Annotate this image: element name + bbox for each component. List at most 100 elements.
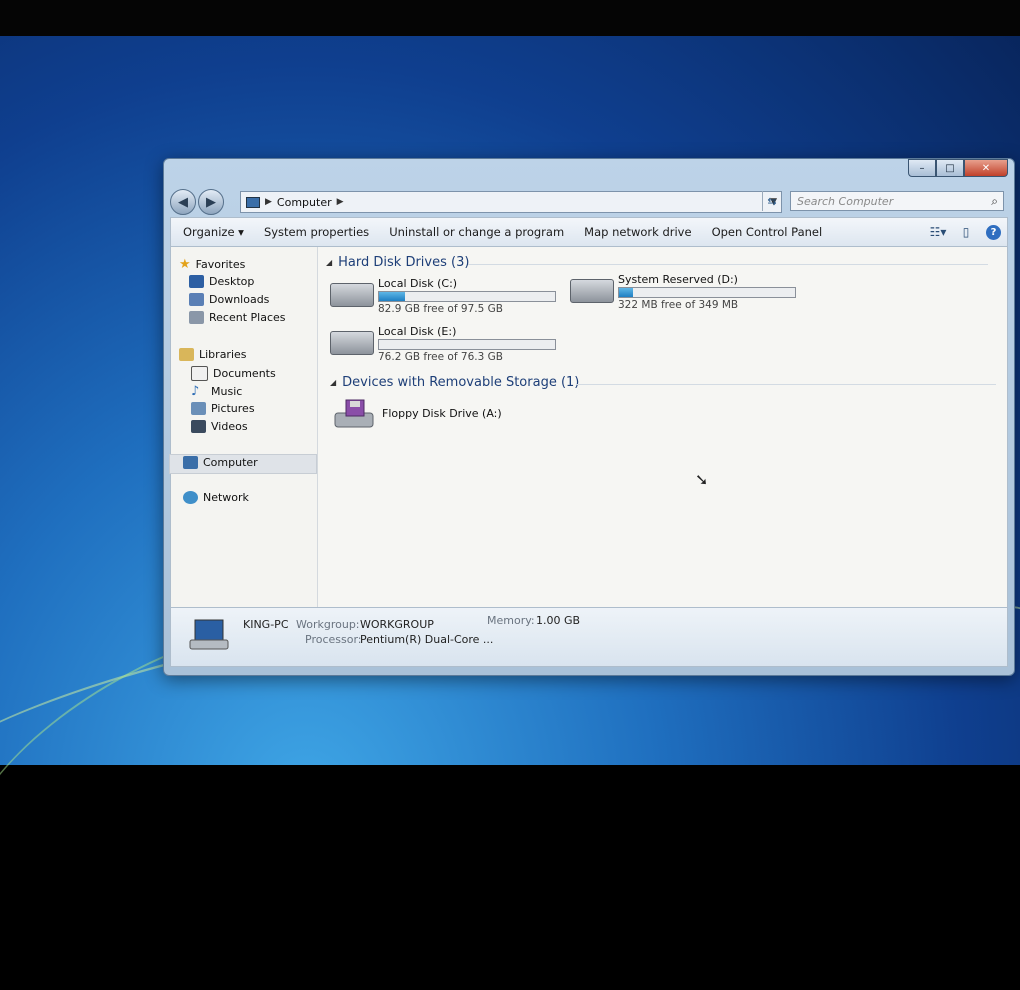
drive-free-space: 322 MB free of 349 MB [618, 299, 739, 311]
nav-documents[interactable]: Documents [191, 366, 276, 381]
map-network-drive-button[interactable]: Map network drive [584, 225, 691, 239]
star-icon: ★ [179, 257, 191, 272]
breadcrumb-separator-icon: ▶ [265, 197, 272, 207]
system-properties-button[interactable]: System properties [264, 225, 369, 239]
documents-icon [191, 366, 208, 381]
videos-icon [191, 420, 206, 433]
nav-music-label: Music [211, 385, 243, 398]
help-icon[interactable]: ? [986, 224, 1001, 240]
nav-music[interactable]: ♪ Music [191, 384, 242, 399]
pc-name: KING-PC [243, 618, 289, 631]
nav-libraries-label: Libraries [199, 348, 247, 361]
drive-c[interactable]: Local Disk (C:) 82.9 GB free of 97.5 GB [330, 277, 570, 317]
group-hdd-label: Hard Disk Drives (3) [338, 255, 470, 270]
drive-usage-bar [378, 291, 556, 302]
nav-computer[interactable]: Computer [183, 456, 258, 469]
nav-desktop-label: Desktop [209, 275, 255, 288]
refresh-button[interactable]: ⇆ [762, 191, 781, 211]
forward-button[interactable]: ▶ [198, 189, 224, 215]
explorer-window: – □ ✕ ◀ ▶ ▶ Computer ▶ ▼ ⇆ Search Comput… [163, 158, 1015, 676]
group-removable-storage[interactable]: ◢ Devices with Removable Storage (1) [330, 375, 579, 390]
nav-videos[interactable]: Videos [191, 420, 248, 433]
libraries-icon [179, 348, 194, 361]
computer-icon [246, 196, 260, 208]
content-area: ★ Favorites Desktop Downloads Recent Pla… [169, 246, 1008, 608]
nav-network-label: Network [203, 491, 249, 504]
workgroup-label: Workgroup: [296, 618, 360, 631]
toolbar-right-group: ☷▾ ▯ ? [930, 224, 1001, 240]
mouse-cursor-icon: ➘ [695, 470, 709, 489]
preview-pane-icon[interactable]: ▯ [958, 225, 974, 239]
maximize-button[interactable]: □ [936, 159, 964, 177]
nav-network[interactable]: Network [183, 491, 249, 504]
nav-recent-label: Recent Places [209, 311, 286, 324]
drive-free-space: 76.2 GB free of 76.3 GB [378, 351, 503, 363]
nav-favorites-label: Favorites [195, 258, 246, 271]
close-button[interactable]: ✕ [964, 159, 1008, 177]
memory-label: Memory: [487, 614, 535, 627]
nav-favorites[interactable]: ★ Favorites [179, 257, 245, 272]
nav-pictures[interactable]: Pictures [191, 402, 255, 415]
drive-name: Local Disk (C:) [378, 277, 458, 290]
back-button[interactable]: ◀ [170, 189, 196, 215]
drive-usage-fill [379, 292, 406, 301]
nav-documents-label: Documents [213, 367, 276, 380]
file-list: ◢ Hard Disk Drives (3) Local Disk (C:) 8… [318, 247, 1007, 607]
refresh-icon: ⇆ [767, 194, 777, 208]
view-options-icon[interactable]: ☷▾ [930, 225, 947, 239]
group-divider [468, 264, 988, 265]
back-arrow-icon: ◀ [178, 194, 188, 210]
details-pane: KING-PC Workgroup: WORKGROUP Memory: 1.0… [170, 607, 1008, 667]
computer-icon [183, 456, 198, 469]
uninstall-program-button[interactable]: Uninstall or change a program [389, 225, 564, 239]
command-bar: Organize ▾ System properties Uninstall o… [170, 217, 1008, 247]
desktop-icon [189, 275, 204, 288]
music-icon: ♪ [191, 384, 200, 399]
screen-bezel [0, 0, 1020, 36]
drive-name: System Reserved (D:) [618, 273, 738, 286]
drive-d[interactable]: System Reserved (D:) 322 MB free of 349 … [570, 273, 810, 313]
drive-e[interactable]: Local Disk (E:) 76.2 GB free of 76.3 GB [330, 325, 570, 365]
pictures-icon [191, 402, 206, 415]
nav-videos-label: Videos [211, 420, 248, 433]
minimize-button[interactable]: – [908, 159, 936, 177]
breadcrumb-separator-icon[interactable]: ▶ [337, 197, 344, 207]
computer-large-icon [189, 619, 229, 650]
memory-value: 1.00 GB [536, 614, 581, 627]
forward-arrow-icon: ▶ [206, 194, 216, 210]
processor-value: Pentium(R) Dual-Core ... [360, 633, 494, 646]
hard-drive-icon [330, 331, 374, 355]
hard-drive-icon [570, 279, 614, 303]
nav-downloads[interactable]: Downloads [189, 293, 269, 306]
nav-desktop[interactable]: Desktop [189, 275, 254, 288]
nav-libraries[interactable]: Libraries [179, 348, 247, 361]
search-icon[interactable]: ⌕ [991, 194, 998, 209]
search-input[interactable]: Search Computer ⌕ [790, 191, 1004, 211]
caption-buttons: – □ ✕ [908, 159, 1008, 177]
open-control-panel-button[interactable]: Open Control Panel [712, 225, 823, 239]
hard-drive-windows-icon [330, 283, 374, 307]
drive-name: Local Disk (E:) [378, 325, 457, 338]
navigation-pane: ★ Favorites Desktop Downloads Recent Pla… [169, 247, 318, 607]
address-bar[interactable]: ▶ Computer ▶ ▼ [240, 191, 782, 213]
nav-recent-places[interactable]: Recent Places [189, 311, 286, 324]
search-placeholder: Search Computer [797, 194, 894, 208]
network-icon [183, 491, 198, 504]
group-removable-label: Devices with Removable Storage (1) [342, 375, 580, 390]
drive-usage-fill [619, 288, 634, 297]
downloads-icon [189, 293, 204, 306]
navigation-row: ◀ ▶ ▶ Computer ▶ ▼ ⇆ Search Computer ⌕ [170, 189, 1006, 215]
floppy-drive-icon [334, 399, 374, 428]
group-divider [576, 384, 996, 385]
drive-a-floppy[interactable]: Floppy Disk Drive (A:) [334, 399, 534, 435]
nav-computer-label: Computer [203, 456, 258, 469]
breadcrumb-computer[interactable]: Computer [277, 196, 332, 209]
collapse-arrow-icon[interactable]: ◢ [326, 258, 332, 267]
processor-label: Processor: [305, 633, 362, 646]
collapse-arrow-icon[interactable]: ◢ [330, 378, 336, 387]
organize-button[interactable]: Organize ▾ [183, 225, 244, 239]
workgroup-value: WORKGROUP [360, 618, 434, 631]
recent-places-icon [189, 311, 204, 324]
nav-pictures-label: Pictures [211, 402, 255, 415]
group-hard-disk-drives[interactable]: ◢ Hard Disk Drives (3) [326, 255, 469, 270]
